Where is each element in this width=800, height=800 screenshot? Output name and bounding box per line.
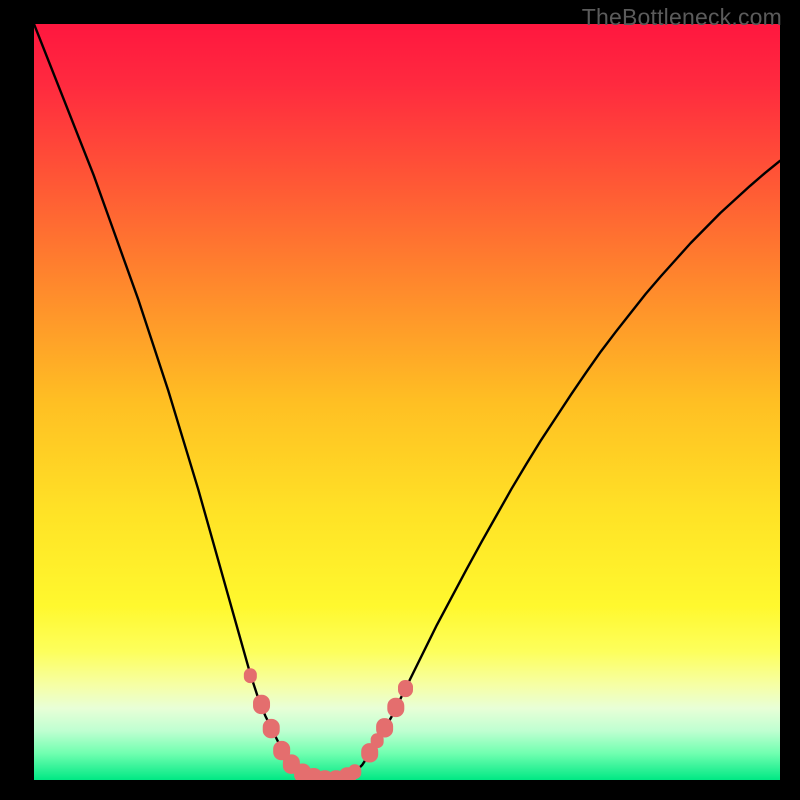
- curve-marker: [263, 719, 279, 737]
- curve-marker: [388, 698, 404, 716]
- curve-marker: [244, 669, 256, 683]
- curve-marker: [254, 695, 270, 713]
- curve-marker: [377, 719, 393, 737]
- frame: TheBottleneck.com: [0, 0, 800, 800]
- curve-marker: [399, 680, 413, 696]
- watermark-text: TheBottleneck.com: [582, 4, 782, 31]
- bottleneck-chart: [34, 24, 780, 780]
- gradient-background: [34, 24, 780, 780]
- curve-marker: [349, 765, 361, 779]
